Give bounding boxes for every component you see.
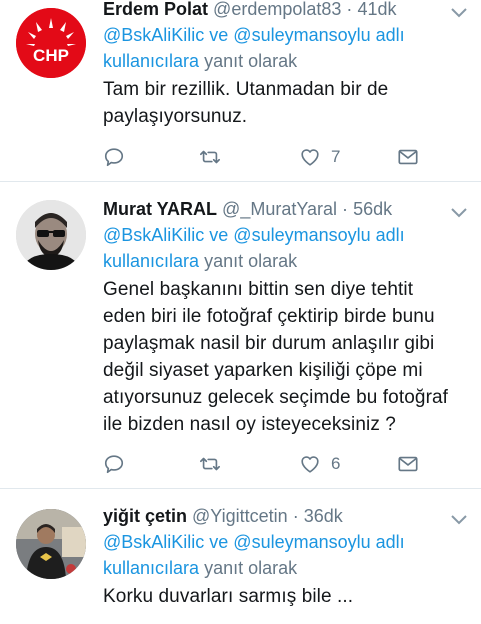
reply-suffix: yanıt olarak (204, 51, 298, 71)
replying-to: @BskAliKilic ve @suleymansoylu adlı kull… (103, 529, 471, 581)
avatar[interactable]: CHP (16, 8, 86, 78)
display-name[interactable]: Murat YARAL (103, 199, 217, 219)
timestamp[interactable]: 56dk (353, 199, 392, 219)
heart-icon (301, 149, 319, 166)
profile-photo-icon (16, 200, 86, 270)
mail-icon (398, 456, 418, 472)
chp-logo-icon: CHP (16, 8, 86, 78)
reply-mentions-link[interactable]: @BskAliKilic ve @suleymansoylu adlı (103, 225, 405, 245)
retweet-button[interactable] (199, 145, 221, 169)
tweet-text: Tam bir rezillik. Utanmadan bir de payla… (103, 76, 471, 130)
reply-mentions-link[interactable]: @BskAliKilic ve @suleymansoylu adlı (103, 532, 405, 552)
like-button[interactable]: 7 (299, 145, 340, 169)
tweet-text-line: atıyorsunuz gelecek seçimde bu fotoğraf (103, 387, 449, 408)
display-name[interactable]: yiğit çetin (103, 506, 187, 526)
replying-to: @BskAliKilic ve @suleymansoylu adlı kull… (103, 222, 471, 274)
username[interactable]: @erdempolat83 (213, 0, 341, 19)
reply-icon (104, 455, 124, 474)
tweet-text-line: eden biri ile fotoğraf çektirip birde bu… (103, 306, 435, 327)
tweet-text-line: paylaşmak nasil bir durum anlaşılır gibi (103, 333, 435, 354)
reply-mentions-link[interactable]: @BskAliKilic ve @suleymansoylu adlı (103, 25, 405, 45)
like-button[interactable]: 6 (299, 452, 340, 476)
tweet-text: Genel başkanını bittin sen diye tehtit e… (103, 276, 471, 438)
separator-dot: · (346, 0, 353, 19)
tweet-text-line: Genel başkanını bittin sen diye tehtit (103, 279, 414, 300)
reply-suffix: yanıt olarak (204, 251, 298, 271)
share-button[interactable] (397, 145, 419, 169)
tweet-text-line: Tam bir rezillik. Utanmadan bir de (103, 79, 389, 100)
tweet-header: yiğit çetin @Yigittcetin · 36dk (103, 505, 471, 527)
tweet-header: Murat YARAL @_MuratYaral · 56dk (103, 198, 471, 220)
retweet-button[interactable] (199, 452, 221, 476)
separator-dot: · (292, 506, 299, 526)
avatar[interactable] (16, 509, 86, 579)
tweet[interactable]: Murat YARAL @_MuratYaral · 56dk @BskAliK… (0, 182, 481, 489)
chevron-down-icon[interactable] (449, 206, 469, 220)
display-name[interactable]: Erdem Polat (103, 0, 208, 19)
replying-to: @BskAliKilic ve @suleymansoylu adlı kull… (103, 22, 471, 74)
like-count: 7 (331, 147, 341, 166)
reply-button[interactable] (103, 145, 125, 169)
chevron-down-icon[interactable] (449, 6, 469, 20)
mail-icon (398, 149, 418, 165)
chp-logo-text: CHP (33, 46, 69, 65)
retweet-icon (200, 457, 220, 471)
tweet[interactable]: CHP Erdem Polat @erdempolat83 · 41dk @Bs… (0, 0, 481, 182)
tweet-header: Erdem Polat @erdempolat83 · 41dk (103, 0, 471, 20)
share-button[interactable] (397, 452, 419, 476)
reply-suffix: yanıt olarak (204, 558, 298, 578)
tweet-actions: 6 (103, 452, 423, 476)
retweet-icon (200, 150, 220, 164)
separator-dot: · (342, 199, 349, 219)
reply-icon (104, 148, 124, 167)
chevron-down-icon[interactable] (449, 513, 469, 527)
tweet-text-line: paylaşıyorsunuz. (103, 106, 248, 127)
profile-photo-icon (16, 509, 86, 579)
reply-users-link[interactable]: kullanıcılara (103, 558, 199, 578)
timestamp[interactable]: 36dk (304, 506, 343, 526)
like-count: 6 (331, 454, 341, 473)
avatar[interactable] (16, 200, 86, 270)
timestamp[interactable]: 41dk (357, 0, 396, 19)
heart-icon (301, 456, 319, 473)
username[interactable]: @Yigittcetin (192, 506, 288, 526)
tweet[interactable]: yiğit çetin @Yigittcetin · 36dk @BskAliK… (0, 489, 481, 624)
reply-button[interactable] (103, 452, 125, 476)
username[interactable]: @_MuratYaral (222, 199, 337, 219)
reply-users-link[interactable]: kullanıcılara (103, 51, 199, 71)
tweet-text-line: Korku duvarları sarmış bile ... (103, 586, 354, 607)
tweet-text-line: ile bizden nasıl oy isteyeceksiniz ? (103, 414, 396, 435)
tweet-text: Korku duvarları sarmış bile ... (103, 583, 471, 610)
tweet-text-line: değil siyaset yaparken kişiliği çöpe mi (103, 360, 423, 381)
reply-users-link[interactable]: kullanıcılara (103, 251, 199, 271)
tweet-actions: 7 (103, 145, 423, 169)
